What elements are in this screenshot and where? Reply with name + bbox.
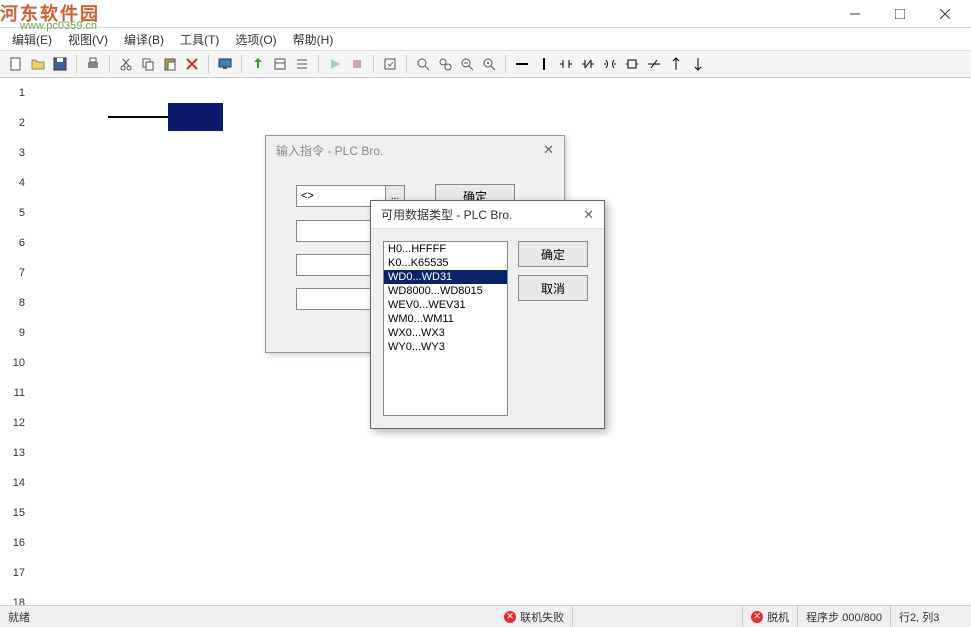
compile-icon[interactable]	[380, 54, 400, 74]
line-number: 4	[0, 168, 37, 198]
minimize-button[interactable]	[832, 0, 877, 28]
line-number: 13	[0, 438, 37, 468]
not-icon[interactable]	[644, 54, 664, 74]
dialog-titlebar[interactable]: 可用数据类型 - PLC Bro. ✕	[371, 201, 604, 229]
status-bar: 就绪 ✕ 联机失败 ✕ 脱机 程序步 000/800 行2, 列3	[0, 605, 971, 627]
list-item[interactable]: H0...HFFFF	[384, 242, 507, 256]
status-steps: 程序步 000/800	[798, 606, 891, 627]
list-item[interactable]: WM0...WM11	[384, 312, 507, 326]
line-number: 12	[0, 408, 37, 438]
rising-edge-icon[interactable]	[666, 54, 686, 74]
find-icon[interactable]	[413, 54, 433, 74]
run-icon[interactable]	[325, 54, 345, 74]
line-number: 10	[0, 348, 37, 378]
toolbar	[0, 50, 971, 78]
line-number: 6	[0, 228, 37, 258]
list-item[interactable]: WD8000...WD8015	[384, 284, 507, 298]
ok-button[interactable]: 确定	[518, 241, 588, 267]
falling-edge-icon[interactable]	[688, 54, 708, 74]
menu-view[interactable]: 视图(V)	[60, 29, 116, 50]
menu-bar: 编辑(E) 视图(V) 编译(B) 工具(T) 选项(O) 帮助(H)	[0, 28, 971, 50]
replace-icon[interactable]	[435, 54, 455, 74]
ladder-vert-icon[interactable]	[534, 54, 554, 74]
function-icon[interactable]	[622, 54, 642, 74]
copy-icon[interactable]	[138, 54, 158, 74]
menu-help[interactable]: 帮助(H)	[285, 29, 342, 50]
list-item[interactable]: WX0...WX3	[384, 326, 507, 340]
paste-icon[interactable]	[160, 54, 180, 74]
cut-icon[interactable]	[116, 54, 136, 74]
line-number: 7	[0, 258, 37, 288]
line-gutter: 123456789101112131415161718	[0, 78, 38, 625]
dialog-title-text: 输入指令 - PLC Bro.	[276, 142, 383, 159]
close-icon[interactable]: ✕	[583, 207, 594, 223]
line-number: 2	[0, 108, 37, 138]
ladder-line-icon[interactable]	[512, 54, 532, 74]
line-number: 1	[0, 78, 37, 108]
open-file-icon[interactable]	[28, 54, 48, 74]
list-item[interactable]: K0...K65535	[384, 256, 507, 270]
cancel-button[interactable]: 取消	[518, 275, 588, 301]
line-number: 11	[0, 378, 37, 408]
data-types-list[interactable]: H0...HFFFFK0...K65535WD0...WD31WD8000...…	[383, 241, 508, 416]
close-button[interactable]	[922, 0, 967, 28]
coil-icon[interactable]	[600, 54, 620, 74]
line-number: 8	[0, 288, 37, 318]
line-number: 9	[0, 318, 37, 348]
list-item[interactable]: WEV0...WEV31	[384, 298, 507, 312]
print-icon[interactable]	[83, 54, 103, 74]
line-number: 15	[0, 498, 37, 528]
status-ready: 就绪	[0, 606, 38, 627]
ladder-element-selected[interactable]	[168, 103, 223, 131]
line-number: 17	[0, 558, 37, 588]
menu-tools[interactable]: 工具(T)	[172, 29, 227, 50]
ladder-wire	[108, 116, 168, 118]
menu-options[interactable]: 选项(O)	[227, 29, 284, 50]
line-number: 16	[0, 528, 37, 558]
stop-icon[interactable]	[347, 54, 367, 74]
status-connection: ✕ 联机失败	[496, 606, 573, 627]
upload-icon[interactable]	[248, 54, 268, 74]
list-item[interactable]: WD0...WD31	[384, 270, 507, 284]
dialog-title-text: 可用数据类型 - PLC Bro.	[381, 206, 512, 223]
new-file-icon[interactable]	[6, 54, 26, 74]
list-icon[interactable]	[292, 54, 312, 74]
title-bar: 河东软件园 www.pc0359.cn	[0, 0, 971, 28]
download-icon[interactable]	[270, 54, 290, 74]
bookmark-icon[interactable]	[479, 54, 499, 74]
watermark-text: 河东软件园	[0, 0, 100, 26]
delete-icon[interactable]	[182, 54, 202, 74]
close-icon[interactable]: ✕	[543, 142, 554, 158]
line-number: 14	[0, 468, 37, 498]
status-position: 行2, 列3	[891, 606, 971, 627]
menu-edit[interactable]: 编辑(E)	[4, 29, 60, 50]
status-offline: ✕ 脱机	[743, 606, 798, 627]
dialog-titlebar[interactable]: 输入指令 - PLC Bro. ✕	[266, 136, 564, 164]
contact-nc-icon[interactable]	[578, 54, 598, 74]
line-number: 5	[0, 198, 37, 228]
maximize-button[interactable]	[877, 0, 922, 28]
list-item[interactable]: WY0...WY3	[384, 340, 507, 354]
contact-no-icon[interactable]	[556, 54, 576, 74]
line-number: 3	[0, 138, 37, 168]
offline-icon: ✕	[751, 611, 763, 623]
menu-compile[interactable]: 编译(B)	[116, 29, 172, 50]
monitor-icon[interactable]	[215, 54, 235, 74]
status-blank	[573, 606, 743, 627]
save-icon[interactable]	[50, 54, 70, 74]
error-icon: ✕	[504, 611, 516, 623]
goto-icon[interactable]	[457, 54, 477, 74]
data-types-dialog: 可用数据类型 - PLC Bro. ✕ H0...HFFFFK0...K6553…	[370, 200, 605, 429]
